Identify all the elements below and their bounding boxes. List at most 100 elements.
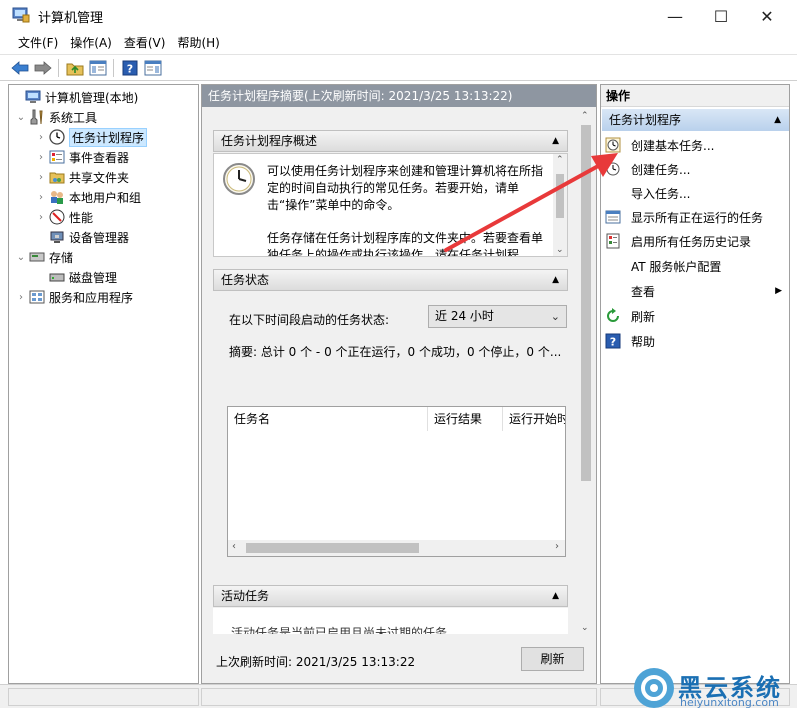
chevron-down-icon: ⌄ [550, 310, 560, 323]
column-run-result[interactable]: 运行结果 [428, 407, 503, 431]
column-task-name[interactable]: 任务名 [228, 407, 428, 431]
help-toolbar-button[interactable]: ? [120, 58, 140, 78]
site-watermark: 黑云系统 heiyunxitong.com [634, 664, 797, 715]
tree-label: 任务计划程序 [69, 127, 148, 147]
menu-bar: 文件(F) 操作(A) 查看(V) 帮助(H) [0, 32, 797, 54]
action-at-service-account[interactable]: AT 服务帐户配置 [605, 256, 788, 276]
tree-label: 事件查看器 [69, 150, 130, 165]
scroll-thumb[interactable] [556, 174, 564, 218]
performance-icon [49, 209, 65, 225]
column-run-start[interactable]: 运行开始时 [503, 407, 565, 431]
show-hide-action-pane-button[interactable] [143, 58, 163, 78]
close-button[interactable]: ✕ [744, 0, 790, 32]
tree-item-services-applications[interactable]: › 服务和应用程序 [15, 287, 133, 307]
collapse-arrow-icon[interactable]: ▲ [552, 270, 559, 290]
tree-label: 存储 [49, 250, 74, 265]
scroll-thumb[interactable] [246, 543, 419, 553]
tree-item-shared-folders[interactable]: › 共享文件夹 [35, 167, 129, 187]
tree-item-system-tools[interactable]: ⌄ 系统工具 [15, 107, 97, 127]
expand-chevron-icon[interactable]: › [35, 172, 47, 183]
action-enable-task-history[interactable]: 启用所有任务历史记录 [605, 231, 788, 251]
scroll-up-icon[interactable]: ⌃ [581, 111, 589, 121]
maximize-button[interactable]: ☐ [698, 0, 744, 32]
collapse-arrow-icon[interactable]: ▲ [552, 586, 559, 606]
tree-item-computer-management[interactable]: 计算机管理(本地) [11, 87, 138, 107]
overview-storage-text: 任务存储在任务计划程序库的文件夹中。若要查看单独任务上的操作或执行该操作，请在任… [267, 231, 544, 257]
overview-section-header[interactable]: 任务计划程序概述 ▲ [213, 130, 568, 152]
action-refresh[interactable]: 刷新 [605, 306, 788, 326]
computer-management-icon [12, 7, 30, 23]
last-refresh-time: 上次刷新时间: 2021/3/25 13:13:22 [216, 655, 416, 669]
device-manager-icon [50, 231, 64, 243]
tree-item-storage[interactable]: ⌄ 存储 [15, 247, 73, 267]
actions-section-task-scheduler[interactable]: 任务计划程序 ▲ [602, 109, 789, 131]
scroll-right-icon[interactable]: › [555, 541, 559, 552]
action-import-task[interactable]: 导入任务... [605, 183, 788, 203]
tree-label: 系统工具 [49, 110, 98, 125]
task-list[interactable]: 任务名 运行结果 运行开始时 ‹ › [227, 406, 566, 557]
section-title: 任务计划程序概述 [221, 134, 318, 148]
collapse-arrow-icon[interactable]: ▲ [774, 109, 781, 131]
tools-icon [30, 109, 43, 125]
action-create-task[interactable]: 创建任务... [605, 159, 788, 179]
overview-scrollbar[interactable]: ⌃ ⌄ [553, 154, 567, 256]
menu-action[interactable]: 操作(A) [64, 32, 118, 54]
menu-view[interactable]: 查看(V) [118, 32, 172, 54]
history-icon [606, 233, 620, 249]
action-help[interactable]: ? 帮助 [605, 331, 788, 351]
scroll-down-icon[interactable]: ⌄ [581, 623, 589, 633]
status-filter-label: 在以下时间段启动的任务状态: [229, 313, 390, 327]
tree-label: 性能 [69, 210, 94, 225]
overview-description: 可以使用任务计划程序来创建和管理计算机将在所指定的时间自动执行的常见任务。若要开… [267, 164, 544, 212]
scroll-up-icon[interactable]: ⌃ [556, 155, 564, 165]
expand-chevron-icon[interactable]: › [35, 192, 47, 203]
summary-scrollbar[interactable]: ⌃ ⌄ [578, 109, 594, 635]
expand-chevron-icon[interactable]: › [35, 152, 47, 163]
minimize-button[interactable]: — [652, 0, 698, 32]
expand-chevron-icon[interactable]: › [15, 292, 27, 303]
disk-icon [49, 273, 65, 282]
summary-footer: 上次刷新时间: 2021/3/25 13:13:22 刷新 [202, 645, 596, 683]
back-button[interactable] [10, 58, 30, 78]
close-icon: ✕ [760, 6, 774, 26]
task-status-panel: 在以下时间段启动的任务状态: 近 24 小时 ⌄ 摘要: 总计 0 个 - 0 … [213, 295, 568, 573]
task-list-hscrollbar[interactable]: ‹ › [228, 540, 565, 556]
toolbar-separator [58, 59, 59, 77]
status-summary: 摘要: 总计 0 个 - 0 个正在运行，0 个成功，0 个停止，0 个... [229, 345, 562, 359]
action-label: 查看 [631, 284, 656, 299]
tree-item-disk-management[interactable]: 磁盘管理 [35, 267, 117, 287]
action-create-basic-task[interactable]: 创建基本任务... [605, 135, 788, 155]
refresh-icon [607, 308, 619, 322]
up-level-button[interactable] [65, 58, 85, 78]
tree-item-local-users-groups[interactable]: › 本地用户和组 [35, 187, 141, 207]
action-show-running-tasks[interactable]: 显示所有正在运行的任务 [605, 207, 788, 227]
tree-item-event-viewer[interactable]: › 事件查看器 [35, 147, 129, 167]
collapse-chevron-icon[interactable]: ⌄ [15, 112, 27, 123]
action-view[interactable]: 查看 ▶ [605, 281, 788, 301]
action-label: 创建任务... [631, 162, 691, 177]
users-icon [51, 191, 63, 204]
menu-file[interactable]: 文件(F) [12, 32, 64, 54]
folder-up-icon [66, 63, 84, 76]
refresh-button[interactable]: 刷新 [521, 647, 584, 671]
actions-pane: 操作 任务计划程序 ▲ 创建基本任务... 创建任务... 导入任务... 显示… [600, 84, 790, 684]
tree-item-performance[interactable]: › 性能 [35, 207, 93, 227]
forward-button[interactable] [33, 58, 53, 78]
menu-help[interactable]: 帮助(H) [171, 32, 225, 54]
task-status-section-header[interactable]: 任务状态 ▲ [213, 269, 568, 291]
event-viewer-icon [49, 150, 65, 164]
time-range-dropdown[interactable]: 近 24 小时 ⌄ [428, 305, 567, 328]
minimize-icon: — [667, 6, 683, 26]
collapse-chevron-icon[interactable]: ⌄ [15, 252, 27, 263]
scroll-thumb[interactable] [581, 125, 591, 481]
scroll-down-icon[interactable]: ⌄ [556, 245, 564, 255]
tree-label: 本地用户和组 [69, 190, 142, 205]
expand-chevron-icon[interactable]: › [35, 212, 47, 223]
collapse-arrow-icon[interactable]: ▲ [552, 131, 559, 151]
scroll-left-icon[interactable]: ‹ [232, 541, 236, 552]
active-tasks-section-header[interactable]: 活动任务 ▲ [213, 585, 568, 607]
tree-item-device-manager[interactable]: 设备管理器 [35, 227, 129, 247]
expand-chevron-icon[interactable]: › [35, 132, 47, 143]
tree-item-task-scheduler[interactable]: › 任务计划程序 [35, 127, 148, 147]
show-hide-tree-button[interactable] [88, 58, 108, 78]
